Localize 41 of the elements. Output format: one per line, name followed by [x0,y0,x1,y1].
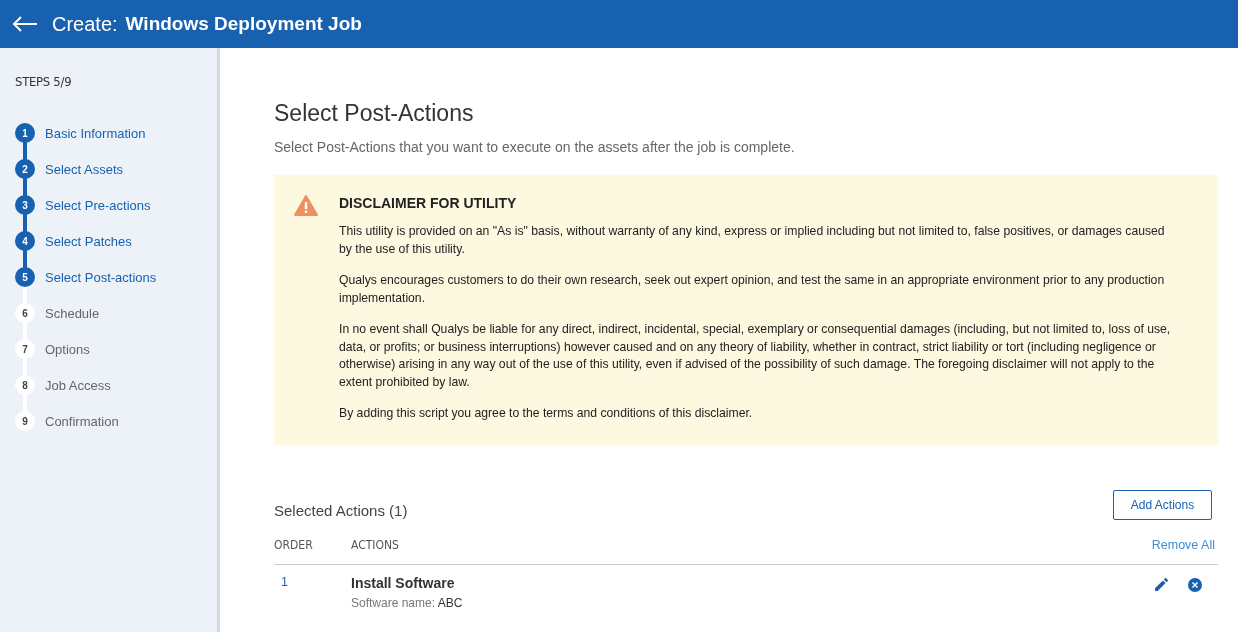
step-number: 3 [15,195,35,215]
detail-value: ABC [437,595,463,610]
page-subtitle: Select Post-Actions that you want to execute on the assets after the job is complete. [274,139,796,155]
edit-icon[interactable] [1155,578,1168,591]
step-number: 8 [15,375,35,395]
step-number: 1 [15,123,35,143]
step-number: 7 [15,339,35,359]
add-actions-button[interactable]: Add Actions [1113,489,1212,520]
step-link[interactable]: Select Patches [45,233,132,249]
step-number: 5 [15,267,35,287]
step-link[interactable]: Select Assets [45,161,124,177]
disclaimer-paragraph: This utility is provided on an "As is" basis, without warranty of any kind, express or implied including but not limited to, false positives, or damages caused by the use of this utility. [339,223,1166,258]
column-header: ORDER [274,537,314,552]
page-heading-prefix: Create: [52,12,118,36]
disclaimer-paragraph: By adding this script you agree to the terms and conditions of this disclaimer. [339,405,754,422]
disclaimer-paragraph: In no event shall Qualys be liable for any direct, indirect, incidental, special, exemplary or consequential damages (including, but not limited to, loss of use, data, or profits; or business interruptions) however caused and on any theory of liability, whether in contract, strict liability or tort (including negligence or otherwise) arising in any way out of the use of this utility, even if advised of the possibility of such damage. The foregoing disclaimer will not apply to the extent prohibited by law. [339,321,1172,391]
remove-all-link[interactable]: Remove All [1151,537,1215,552]
step-number: 4 [15,231,35,251]
section-title: Selected Actions (1) [274,501,408,519]
step-number: 2 [15,159,35,179]
step-link[interactable]: Job Access [45,377,111,393]
step-link[interactable]: Schedule [45,305,100,321]
step-number: 9 [15,411,35,431]
step-link[interactable]: Options [45,341,90,357]
order-cell-text: 1 [280,574,289,591]
step-link[interactable]: Basic Information [45,125,146,141]
page-title: Select Post-Actions [274,100,475,127]
window-title: Windows Deployment Job [125,13,362,35]
step-link[interactable]: Select Pre-actions [45,197,151,213]
warning-icon [294,195,318,216]
back-arrow-icon[interactable] [12,16,38,32]
disclaimer-paragraph: Qualys encourages customers to do their own research, seek out expert opinion, and test the same in an appropriate environment prior to any production implementation. [339,272,1166,307]
step-link[interactable]: Confirmation [45,413,119,429]
steps-counter: STEPS 5/9 [15,74,73,89]
disclaimer-title: DISCLAIMER FOR UTILITY [339,195,518,211]
detail-label: Software name: [351,595,436,610]
remove-icon[interactable] [1188,577,1202,592]
step-link[interactable]: Select Post-actions [45,269,157,285]
column-header: ACTIONS [351,537,400,552]
action-name: Install Software [351,574,456,591]
step-number: 6 [15,303,35,323]
